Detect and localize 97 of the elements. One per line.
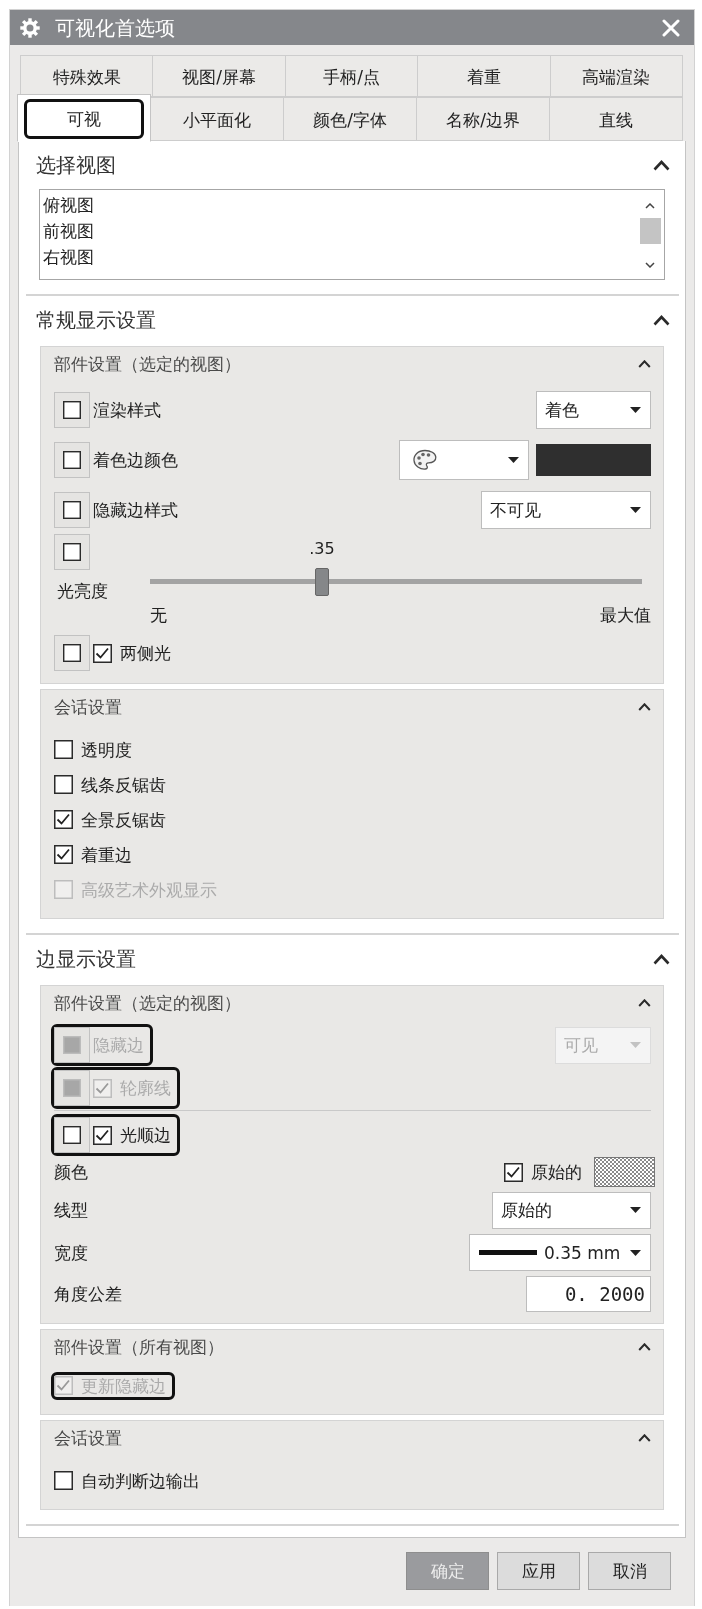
checker-swatch-icon[interactable] (594, 1157, 655, 1187)
checkbox[interactable] (63, 401, 81, 419)
slider-value: .35 (309, 539, 335, 559)
list-item[interactable]: 俯视图 (43, 192, 638, 218)
tab[interactable]: 着重 (417, 55, 551, 97)
tab[interactable]: 特殊效果 (20, 55, 154, 97)
chevron-up-icon[interactable] (638, 703, 651, 711)
section-title: 常规显示设置 (36, 307, 156, 333)
caret-icon (630, 1207, 641, 1213)
setting-label: 着重边 (81, 843, 132, 866)
setting-label: 角度公差 (54, 1283, 122, 1305)
tab[interactable]: 颜色/字体 (283, 97, 417, 141)
tab[interactable]: 手柄/点 (284, 55, 419, 97)
setting-label: 更新隐藏边 (81, 1374, 166, 1397)
setting-label: 全景反锯齿 (81, 808, 166, 831)
checkbox[interactable] (63, 644, 81, 662)
tab[interactable]: 高端渲染 (549, 55, 684, 97)
section-title: 边显示设置 (36, 946, 136, 972)
toggle-button[interactable] (54, 635, 90, 671)
line-sample-icon (479, 1250, 537, 1255)
setting-label: 轮廓线 (120, 1077, 171, 1099)
tab[interactable]: 直线 (549, 97, 683, 141)
toggle-button[interactable] (54, 492, 90, 528)
list-item[interactable]: 前视图 (43, 218, 638, 244)
color-swatch-icon[interactable] (536, 444, 651, 476)
setting-label: 颜色 (54, 1161, 88, 1183)
checkbox[interactable] (54, 845, 73, 864)
checkbox[interactable] (63, 543, 81, 561)
caret-icon (630, 507, 641, 513)
setting-label: 线条反锯齿 (81, 773, 166, 796)
checkbox[interactable] (54, 810, 73, 829)
scroll-down-icon[interactable] (645, 262, 655, 268)
scroll-up-icon[interactable] (645, 203, 655, 209)
tab[interactable]: 视图/屏幕 (152, 55, 286, 97)
slider-thumb[interactable] (315, 568, 330, 596)
toggle-button[interactable] (54, 442, 90, 478)
gear-icon (20, 17, 40, 38)
checkbox[interactable] (93, 643, 112, 663)
caret-icon (630, 407, 641, 413)
chevron-up-icon[interactable] (653, 159, 670, 171)
dropdown[interactable]: 0.35 mm (469, 1234, 651, 1271)
chevron-up-icon[interactable] (638, 999, 651, 1007)
tab[interactable]: 可视 (17, 94, 151, 142)
setting-label: 隐藏边 (93, 1034, 144, 1056)
checkbox[interactable] (63, 451, 81, 469)
chevron-up-icon[interactable] (653, 953, 670, 965)
toggle-button[interactable] (54, 1117, 90, 1153)
dropdown[interactable]: 着色 (536, 391, 651, 429)
caret-icon (508, 457, 519, 463)
checkbox[interactable] (54, 775, 73, 794)
setting-label: 渲染样式 (93, 399, 161, 421)
checkbox[interactable] (93, 1125, 112, 1145)
toggle-button[interactable] (54, 534, 90, 570)
checkbox-label: 原始的 (531, 1161, 582, 1183)
dropdown[interactable]: 不可见 (481, 491, 651, 529)
max-label: 最大值 (600, 604, 651, 626)
dropdown[interactable]: 原始的 (492, 1191, 651, 1229)
caret-icon (630, 1249, 641, 1256)
setting-label: 光顺边 (120, 1124, 171, 1146)
number-field[interactable]: 0. 2000 (526, 1276, 651, 1312)
setting-label: 自动判断边输出 (81, 1469, 200, 1492)
color-dropdown[interactable] (399, 440, 529, 480)
setting-label: 着色边颜色 (93, 449, 178, 471)
dialog-button[interactable]: 取消 (588, 1552, 671, 1590)
close-icon[interactable] (662, 18, 680, 37)
setting-label: 透明度 (81, 738, 132, 761)
group-title: 会话设置 (54, 1427, 122, 1449)
setting-label: 两侧光 (120, 642, 171, 664)
chevron-up-icon[interactable] (638, 1343, 651, 1351)
group-title: 会话设置 (54, 696, 122, 718)
chevron-up-icon[interactable] (653, 314, 670, 326)
checkbox[interactable] (63, 501, 81, 519)
checkbox[interactable] (63, 1126, 81, 1144)
group-title: 部件设置（选定的视图） (54, 992, 241, 1014)
slider-label: 光亮度 (57, 580, 108, 602)
chevron-up-icon[interactable] (638, 1434, 651, 1442)
group-title: 部件设置（选定的视图） (54, 353, 241, 375)
caret-icon (630, 1042, 641, 1048)
checkbox[interactable] (504, 1162, 523, 1182)
checkbox[interactable] (54, 740, 73, 759)
checkbox[interactable] (54, 1471, 73, 1490)
window-title: 可视化首选项 (55, 14, 175, 41)
setting-label: 隐藏边样式 (93, 499, 178, 521)
toggle-button[interactable] (54, 392, 90, 428)
section-title: 选择视图 (36, 152, 116, 178)
palette-icon (412, 449, 438, 471)
scrollbar-thumb[interactable] (639, 218, 661, 244)
tab[interactable]: 小平面化 (150, 97, 284, 141)
setting-label: 宽度 (54, 1241, 88, 1264)
dialog-button[interactable]: 应用 (497, 1552, 580, 1590)
setting-label: 线型 (54, 1199, 88, 1221)
setting-label: 高级艺术外观显示 (81, 878, 217, 901)
chevron-up-icon[interactable] (638, 360, 651, 368)
group-title: 部件设置（所有视图） (54, 1336, 224, 1358)
tab[interactable]: 名称/边界 (416, 97, 550, 141)
min-label: 无 (150, 604, 167, 626)
list-item[interactable]: 右视图 (43, 244, 638, 270)
